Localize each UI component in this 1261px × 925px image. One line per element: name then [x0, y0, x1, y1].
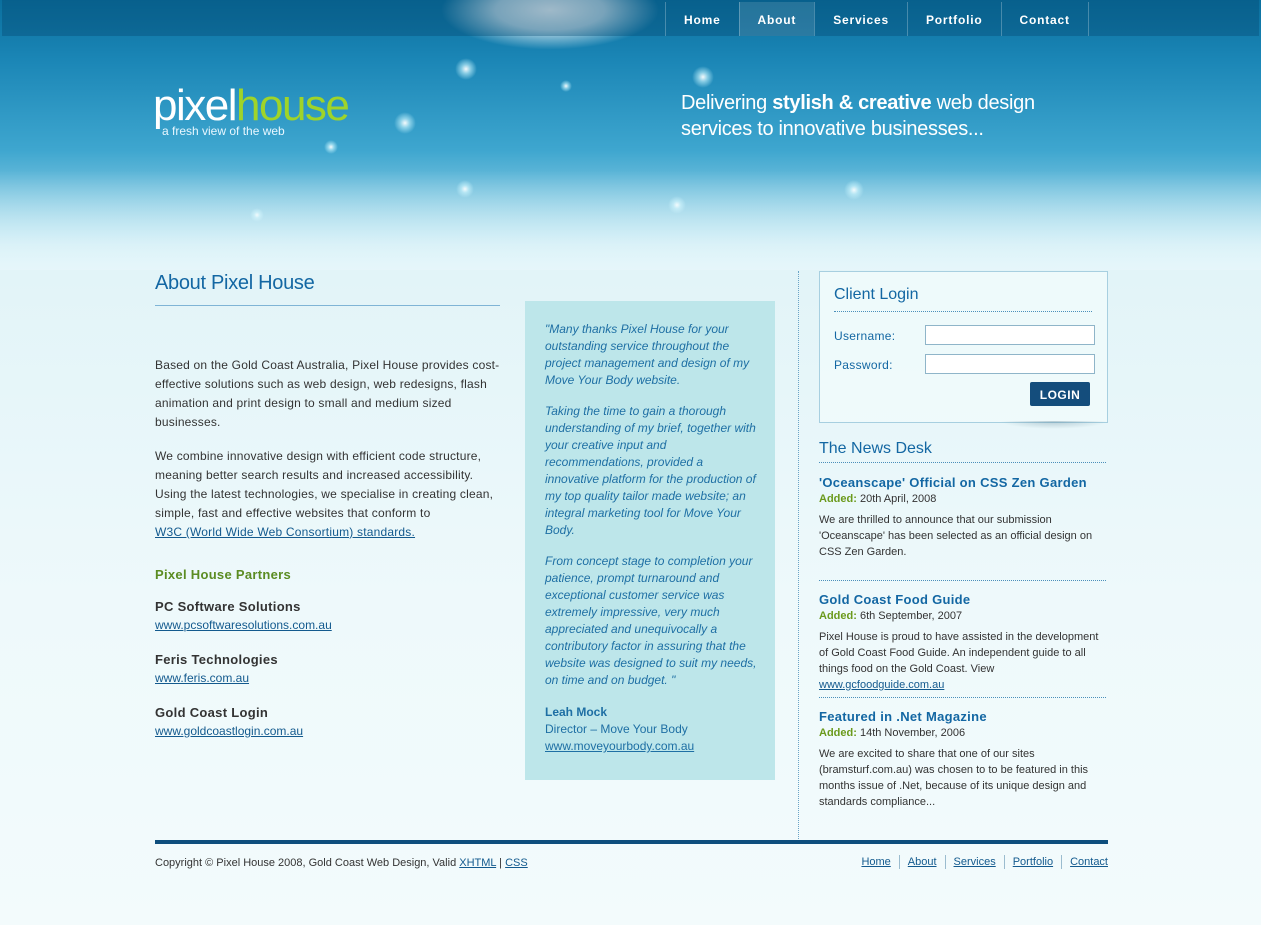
added-label: Added:	[819, 493, 857, 505]
news-item-date-value: 14th November, 2006	[859, 727, 966, 739]
slogan-post: web design	[931, 92, 1036, 114]
username-input[interactable]	[925, 325, 1095, 345]
sparkle-decoration	[455, 58, 477, 80]
partner-link[interactable]: www.pcsoftwaresolutions.com.au	[155, 618, 332, 632]
news-item-title[interactable]: 'Oceanscape' Official on CSS Zen Garden	[819, 475, 1106, 490]
added-label: Added:	[819, 610, 857, 622]
news-item-body-text: Pixel House is proud to have assisted in…	[819, 631, 1099, 675]
logo-part-house: house	[236, 81, 350, 130]
testimonial-paragraph-2: Taking the time to gain a thorough under…	[545, 404, 756, 537]
partner-item: PC Software Solutions www.pcsoftwaresolu…	[155, 597, 332, 635]
main-nav: Home About Services Portfolio Contact	[665, 2, 1089, 36]
news-item-date: Added: 20th April, 2008	[819, 493, 1106, 505]
login-divider	[834, 311, 1092, 312]
login-heading: Client Login	[834, 286, 919, 303]
news-divider	[819, 462, 1106, 463]
footer-copyright: Copyright © Pixel House 2008, Gold Coast…	[155, 857, 528, 869]
news-item-date: Added: 6th September, 2007	[819, 610, 1106, 622]
testimonial-box: "Many thanks Pixel House for your outsta…	[525, 301, 775, 780]
nav-portfolio[interactable]: Portfolio	[906, 2, 1001, 36]
column-divider	[798, 271, 799, 839]
news-item-body: We are excited to share that one of our …	[819, 748, 1089, 808]
testimonial-paragraph-3: From concept stage to completion your pa…	[545, 554, 757, 687]
password-label: Password:	[834, 358, 893, 372]
client-login-panel: Client Login Username: Password: LOGIN	[819, 271, 1108, 423]
slogan-bold: stylish & creative	[772, 92, 932, 114]
nav-services[interactable]: Services	[814, 2, 907, 36]
partner-name: Gold Coast Login	[155, 705, 269, 720]
xhtml-link[interactable]: XHTML	[459, 857, 496, 869]
news-item: 'Oceanscape' Official on CSS Zen Garden …	[819, 475, 1106, 560]
news-item: Featured in .Net Magazine Added: 14th No…	[819, 709, 1106, 810]
news-item-body: Pixel House is proud to have assisted in…	[819, 629, 1106, 693]
nav-about[interactable]: About	[738, 2, 815, 36]
header-slogan: Delivering stylish & creative web design…	[681, 90, 1121, 142]
logo-wordmark: pixelhouse	[153, 81, 350, 130]
partner-link[interactable]: www.goldcoastlogin.com.au	[155, 724, 303, 738]
news-heading: The News Desk	[819, 440, 932, 457]
news-item-body: We are thrilled to announce that our sub…	[819, 514, 1093, 558]
footer-link-contact[interactable]: Contact	[1061, 855, 1108, 869]
sparkle-decoration	[560, 80, 572, 92]
news-item-title[interactable]: Gold Coast Food Guide	[819, 592, 1106, 607]
added-label: Added:	[819, 727, 857, 739]
partner-item: Gold Coast Login www.goldcoastlogin.com.…	[155, 703, 303, 741]
testimonial-author-link[interactable]: www.moveyourbody.com.au	[545, 739, 694, 753]
slogan-pre: Delivering	[681, 92, 773, 114]
sparkle-decoration	[324, 140, 338, 154]
copyright-text: Copyright © Pixel House 2008, Gold Coast…	[155, 857, 460, 869]
partner-link[interactable]: www.feris.com.au	[155, 671, 249, 685]
css-link[interactable]: CSS	[505, 857, 528, 869]
logo-tagline: a fresh view of the web	[162, 124, 285, 138]
about-paragraph-1: Based on the Gold Coast Australia, Pixel…	[155, 358, 500, 429]
slogan-line2: services to innovative businesses...	[681, 118, 984, 140]
sparkle-decoration	[394, 112, 416, 134]
footer-nav: Home About Services Portfolio Contact	[853, 855, 1108, 869]
about-divider	[155, 305, 500, 306]
testimonial-author-role: Director – Move Your Body	[545, 722, 688, 736]
news-item-date: Added: 14th November, 2006	[819, 727, 1106, 739]
footer-link-services[interactable]: Services	[944, 855, 1004, 869]
footer-link-home[interactable]: Home	[853, 855, 898, 869]
news-item: Gold Coast Food Guide Added: 6th Septemb…	[819, 592, 1106, 693]
news-item-title[interactable]: Featured in .Net Magazine	[819, 709, 1106, 724]
partner-item: Feris Technologies www.feris.com.au	[155, 650, 278, 688]
password-input[interactable]	[925, 354, 1095, 374]
testimonial-paragraph-1: "Many thanks Pixel House for your outsta…	[545, 322, 750, 387]
username-label: Username:	[834, 329, 896, 343]
nav-contact[interactable]: Contact	[1000, 2, 1089, 36]
header-haze	[0, 170, 1261, 270]
news-item-link[interactable]: www.gcfoodguide.com.au	[819, 679, 944, 691]
testimonial-author-name: Leah Mock	[545, 705, 608, 719]
footer-link-portfolio[interactable]: Portfolio	[1003, 855, 1061, 869]
nav-home[interactable]: Home	[665, 2, 739, 36]
site-logo[interactable]: pixelhouse a fresh view of the web	[153, 81, 350, 139]
news-item-date-value: 6th September, 2007	[859, 610, 963, 622]
footer-bar	[155, 840, 1108, 844]
about-paragraph-2-text: We combine innovative design with effici…	[155, 449, 494, 520]
footer-separator: |	[496, 857, 506, 869]
news-separator	[819, 580, 1106, 581]
about-paragraph-2: We combine innovative design with effici…	[155, 447, 505, 542]
login-panel-shadow	[1000, 421, 1108, 429]
testimonial-author: Leah Mock Director – Move Your Body www.…	[545, 704, 694, 755]
partners-heading: Pixel House Partners	[155, 567, 292, 582]
login-button[interactable]: LOGIN	[1030, 382, 1090, 406]
sparkle-decoration	[692, 66, 714, 88]
news-item-date-value: 20th April, 2008	[859, 493, 937, 505]
news-separator	[819, 697, 1106, 698]
w3c-standards-link[interactable]: W3C (World Wide Web Consortium) standard…	[155, 525, 415, 539]
footer-link-about[interactable]: About	[898, 855, 945, 869]
partner-name: Feris Technologies	[155, 652, 278, 667]
logo-part-pixel: pixel	[153, 81, 238, 130]
about-heading: About Pixel House	[155, 272, 315, 294]
partner-name: PC Software Solutions	[155, 599, 301, 614]
